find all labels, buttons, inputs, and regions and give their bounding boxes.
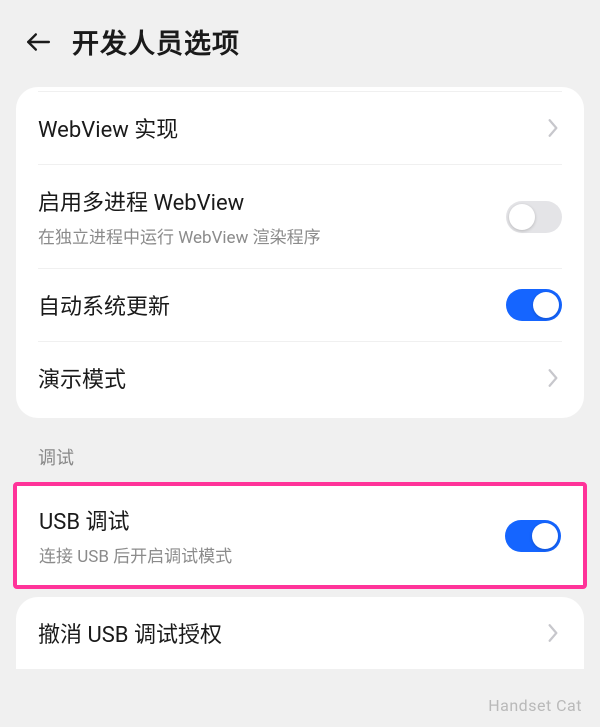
row-auto-system-update[interactable]: 自动系统更新 [16,269,584,341]
row-label: 撤消 USB 调试授权 [38,617,544,649]
chevron-right-icon [544,624,562,642]
row-label: 启用多进程 WebView [38,185,506,217]
toggle-multiprocess-webview[interactable] [506,201,562,233]
toggle-knob [509,204,535,230]
chevron-right-icon [544,119,562,137]
row-usb-debugging[interactable]: USB 调试 连接 USB 后开启调试模式 [17,486,583,585]
chevron-right-icon [544,369,562,387]
settings-group-debug-cont: 撤消 USB 调试授权 [16,597,584,669]
watermark: Handset Cat [488,696,582,715]
toggle-usb-debugging[interactable] [505,520,561,552]
row-demo-mode[interactable]: 演示模式 [16,342,584,414]
row-label: WebView 实现 [38,112,544,144]
back-icon[interactable] [24,28,52,56]
toggle-knob [533,292,559,318]
row-revoke-usb-auth[interactable]: 撤消 USB 调试授权 [16,597,584,669]
header-bar: 开发人员选项 [0,0,600,79]
row-label: 自动系统更新 [38,289,506,321]
row-subtitle: 在独立进程中运行 WebView 渲染程序 [38,223,506,248]
row-label: 演示模式 [38,362,544,394]
page-title: 开发人员选项 [72,22,240,61]
row-label: USB 调试 [39,504,505,536]
row-multiprocess-webview[interactable]: 启用多进程 WebView 在独立进程中运行 WebView 渲染程序 [16,165,584,268]
settings-group-general: WebView 实现 启用多进程 WebView 在独立进程中运行 WebVie… [16,87,584,418]
row-webview-implementation[interactable]: WebView 实现 [16,92,584,164]
toggle-knob [532,523,558,549]
highlight-usb-debugging: USB 调试 连接 USB 后开启调试模式 [13,482,587,589]
section-header-debug: 调试 [0,418,600,482]
toggle-auto-system-update[interactable] [506,289,562,321]
row-subtitle: 连接 USB 后开启调试模式 [39,542,505,567]
